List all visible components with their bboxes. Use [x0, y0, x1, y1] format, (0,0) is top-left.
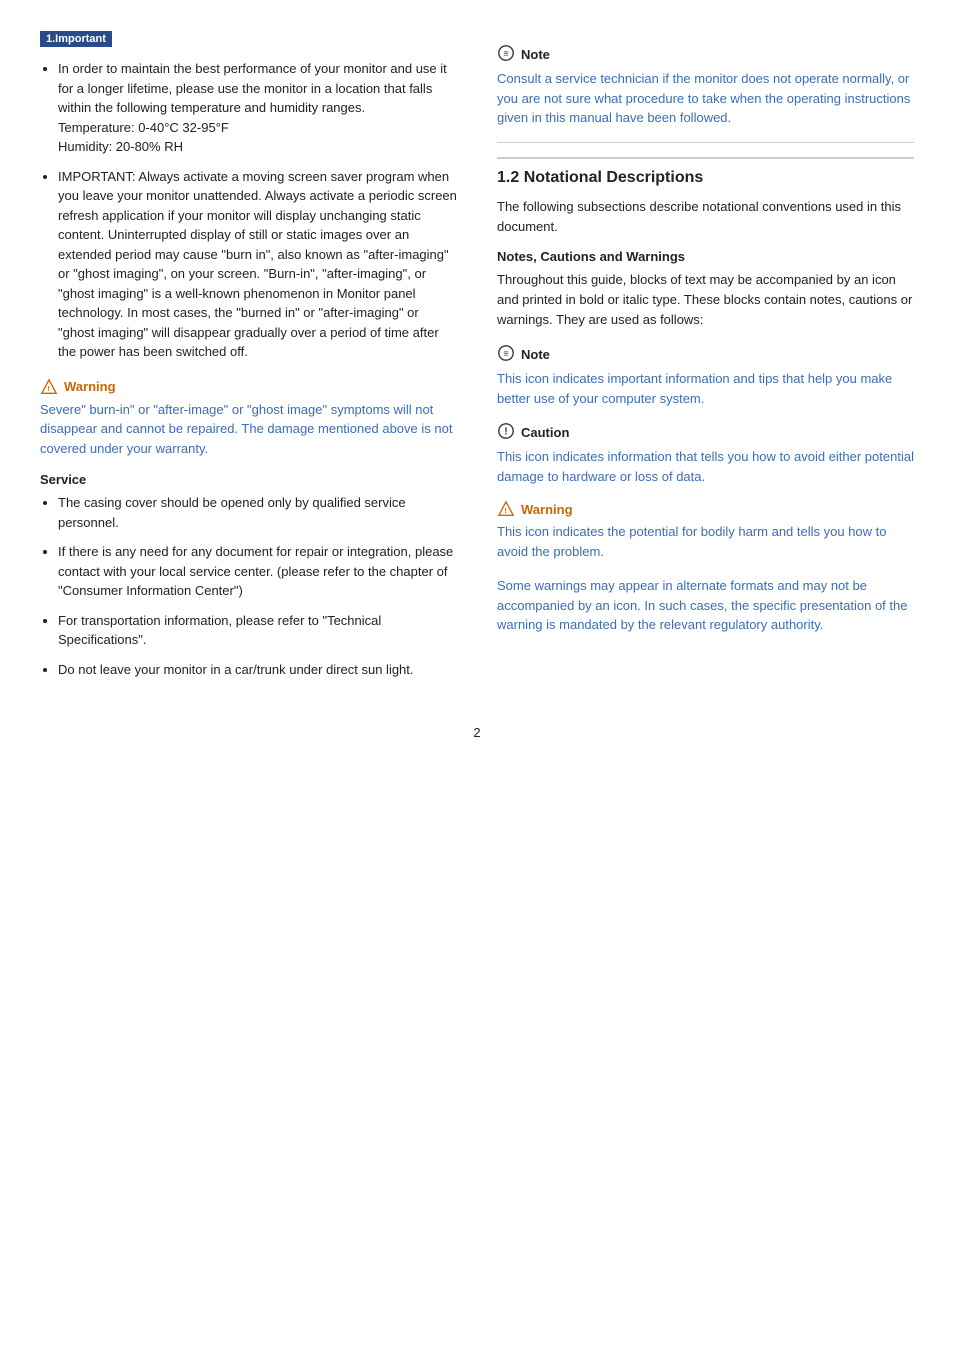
note-icon-top: ≡	[497, 44, 515, 65]
right-caution-text: This icon indicates information that tel…	[497, 447, 914, 486]
section-12-intro: The following subsections describe notat…	[497, 197, 914, 237]
service-bullets: The casing cover should be opened only b…	[40, 493, 457, 679]
note-icon: ≡	[497, 344, 515, 365]
right-note-title: ≡ Note	[497, 344, 914, 365]
notes-cautions-warnings-heading: Notes, Cautions and Warnings	[497, 249, 914, 264]
right-top-note-text: Consult a service technician if the moni…	[497, 69, 914, 128]
right-note-text: This icon indicates important informatio…	[497, 369, 914, 408]
right-warning-text1: This icon indicates the potential for bo…	[497, 522, 914, 561]
list-item: For transportation information, please r…	[58, 611, 457, 650]
intro-bullets: In order to maintain the best performanc…	[40, 59, 457, 362]
service-heading: Service	[40, 472, 457, 487]
left-warning-block: ! Warning Severe" burn-in" or "after-ima…	[40, 378, 457, 459]
list-item: IMPORTANT: Always activate a moving scre…	[58, 167, 457, 362]
list-item: In order to maintain the best performanc…	[58, 59, 457, 157]
right-caution-block: ! Caution This icon indicates informatio…	[497, 422, 914, 486]
right-warning-block: ! Warning This icon indicates the potent…	[497, 500, 914, 635]
right-top-note-label: Note	[521, 47, 550, 62]
list-item: The casing cover should be opened only b…	[58, 493, 457, 532]
right-caution-label: Caution	[521, 425, 569, 440]
left-warning-title: ! Warning	[40, 378, 457, 396]
right-warning-text2: Some warnings may appear in alternate fo…	[497, 576, 914, 635]
svg-text:≡: ≡	[503, 49, 508, 59]
notes-body-text: Throughout this guide, blocks of text ma…	[497, 270, 914, 330]
right-note-label: Note	[521, 347, 550, 362]
list-item: Do not leave your monitor in a car/trunk…	[58, 660, 457, 680]
right-warning-label: Warning	[521, 502, 573, 517]
section-12-heading: 1.2 Notational Descriptions	[497, 157, 914, 187]
svg-text:!: !	[504, 506, 506, 515]
right-top-note: ≡ Note Consult a service technician if t…	[497, 44, 914, 128]
right-note-block: ≡ Note This icon indicates important inf…	[497, 344, 914, 408]
warning-icon: !	[40, 378, 58, 396]
svg-text:!: !	[504, 427, 507, 438]
svg-text:!: !	[47, 384, 49, 393]
right-warning-title: ! Warning	[497, 500, 914, 518]
right-caution-title: ! Caution	[497, 422, 914, 443]
section-tag: 1.Important	[40, 31, 112, 47]
left-warning-label: Warning	[64, 379, 116, 394]
section-divider	[497, 142, 914, 143]
right-top-note-title: ≡ Note	[497, 44, 914, 65]
svg-text:≡: ≡	[503, 349, 508, 359]
left-warning-text: Severe" burn-in" or "after-image" or "gh…	[40, 400, 457, 459]
caution-icon: !	[497, 422, 515, 443]
page-number: 2	[40, 725, 914, 740]
list-item: If there is any need for any document fo…	[58, 542, 457, 601]
warning-icon-right: !	[497, 500, 515, 518]
